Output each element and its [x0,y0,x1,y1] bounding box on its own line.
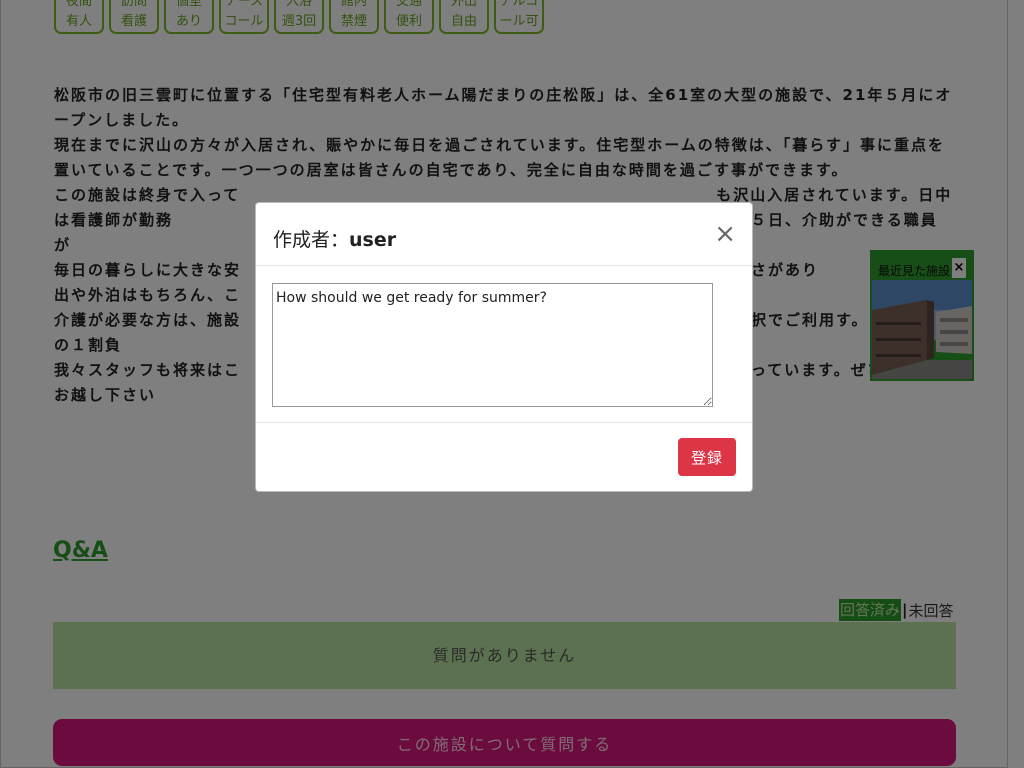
submit-button[interactable]: 登録 [678,438,736,476]
modal-title-prefix: 作成者： [273,229,350,251]
modal-header: 作成者：user × [256,203,752,266]
modal-footer: 登録 [256,423,752,492]
modal-author-name: user [349,229,397,251]
modal-body: How should we get ready for summer? [256,266,752,423]
close-icon[interactable]: × [714,219,736,249]
question-textarea[interactable]: How should we get ready for summer? [272,283,713,407]
modal-title: 作成者：user [273,225,396,252]
question-modal: 作成者：user × How should we get ready for s… [255,202,753,492]
